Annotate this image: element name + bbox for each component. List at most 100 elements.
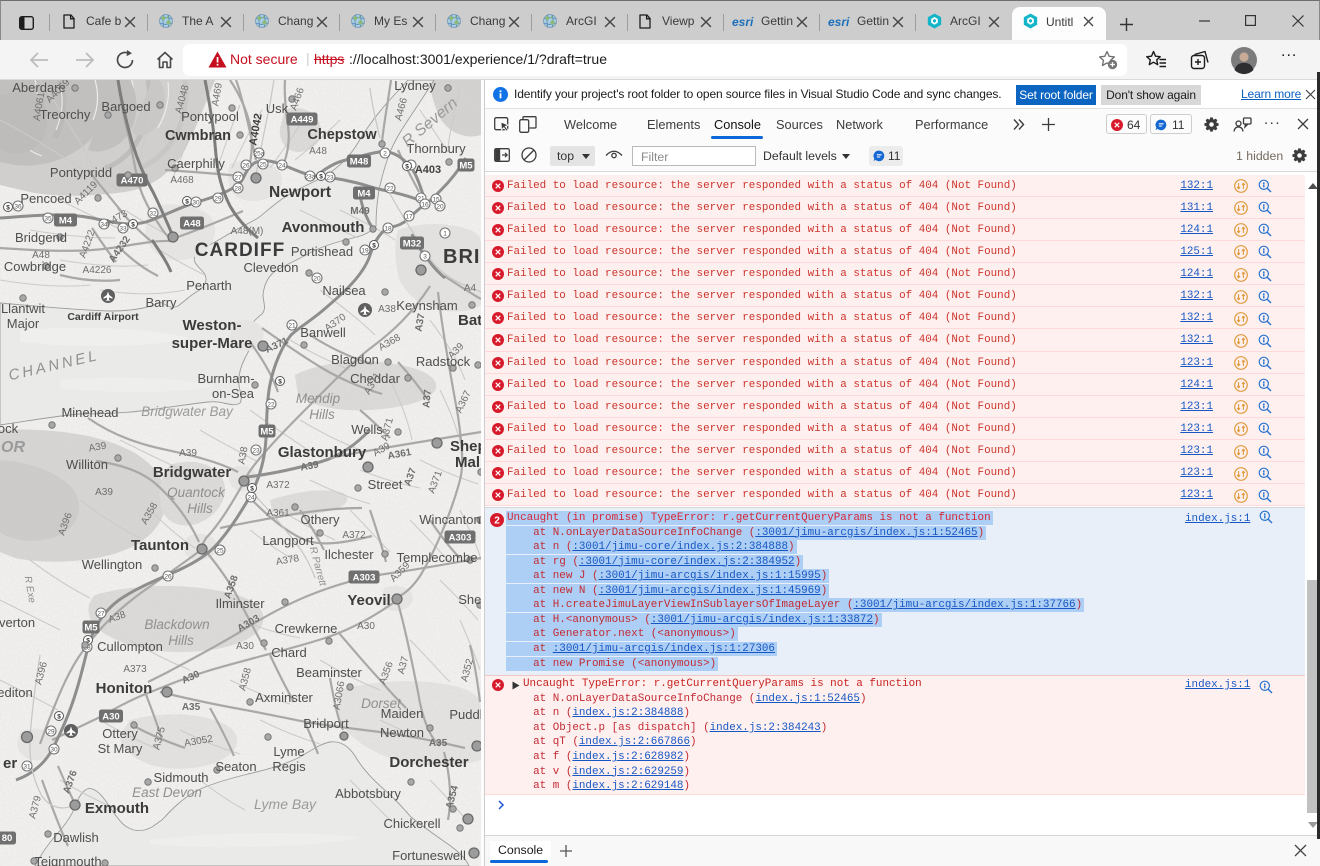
svg-text:25a: 25a (254, 151, 265, 158)
svg-text:23a: 23a (305, 174, 316, 181)
svg-text:Dawlish: Dawlish (53, 830, 99, 845)
svg-text:Nailsea: Nailsea (322, 283, 366, 298)
svg-text:Hills: Hills (168, 633, 194, 648)
svg-text:21: 21 (288, 323, 296, 330)
svg-text:20: 20 (313, 276, 321, 283)
svg-text:Cwmbran: Cwmbran (165, 128, 231, 144)
svg-text:A35: A35 (182, 702, 201, 713)
svg-text:Usk: Usk (266, 101, 289, 116)
svg-text:Cullompton: Cullompton (97, 639, 163, 654)
svg-text:18: 18 (384, 226, 392, 233)
svg-text:23: 23 (252, 448, 260, 455)
svg-text:Blagdon: Blagdon (331, 352, 379, 367)
svg-text:Newport: Newport (269, 184, 331, 201)
svg-text:Honiton: Honiton (96, 680, 153, 697)
svg-text:Caerphilly: Caerphilly (167, 156, 225, 171)
svg-text:Sidmouth: Sidmouth (154, 770, 209, 785)
svg-text:Chepstow: Chepstow (307, 127, 377, 143)
svg-text:2: 2 (494, 516, 500, 527)
svg-text:OR: OR (1, 439, 25, 456)
svg-text:Mendip: Mendip (296, 391, 341, 406)
svg-text:Cowbridge: Cowbridge (4, 259, 66, 274)
svg-text:A372: A372 (266, 480, 290, 491)
svg-text:St Mary: St Mary (98, 741, 143, 756)
svg-text:33: 33 (119, 226, 127, 233)
svg-text:Wells: Wells (351, 422, 383, 437)
svg-text:Barry: Barry (145, 295, 177, 310)
svg-text:$: $ (57, 714, 61, 721)
svg-text:Bat: Bat (458, 312, 481, 329)
svg-text:Banwell: Banwell (300, 325, 346, 340)
svg-text:Dorset: Dorset (361, 696, 402, 711)
svg-text:20: 20 (436, 204, 444, 211)
svg-text:A470: A470 (121, 176, 144, 187)
svg-text:28: 28 (234, 186, 242, 193)
svg-text:1: 1 (443, 231, 447, 238)
svg-text:Hills: Hills (187, 501, 213, 516)
svg-text:A30: A30 (102, 712, 119, 723)
svg-text:Bridgwater Bay: Bridgwater Bay (141, 404, 234, 419)
svg-text:Quantock: Quantock (167, 485, 226, 500)
svg-text:A449: A449 (291, 115, 314, 126)
svg-text:Templecombe: Templecombe (397, 550, 478, 565)
svg-text:Wincanton: Wincanton (419, 512, 480, 527)
svg-text:Puddl: Puddl (449, 707, 481, 722)
svg-text:Shep: Shep (450, 438, 481, 455)
svg-text:$: $ (372, 243, 376, 250)
svg-text:29: 29 (214, 196, 222, 203)
svg-text:$: $ (278, 379, 282, 386)
svg-text:Ilminster: Ilminster (215, 596, 265, 611)
svg-text:3: 3 (423, 254, 427, 261)
svg-text:Lyme: Lyme (273, 744, 304, 759)
svg-text:A30: A30 (236, 641, 254, 652)
svg-text:ock: ock (0, 421, 19, 436)
svg-text:A4226: A4226 (83, 265, 112, 276)
svg-text:25: 25 (216, 548, 224, 555)
svg-text:Treorchy: Treorchy (40, 107, 91, 122)
svg-text:A303: A303 (449, 533, 472, 544)
svg-text:Keynsham: Keynsham (396, 298, 457, 313)
svg-text:Penarth: Penarth (186, 278, 232, 293)
svg-text:$: $ (405, 164, 409, 171)
svg-text:Axminster: Axminster (255, 690, 313, 705)
svg-text:M48: M48 (350, 157, 368, 168)
svg-text:Burnham-: Burnham- (197, 371, 254, 386)
svg-text:Regis: Regis (272, 759, 306, 774)
svg-text:$: $ (131, 222, 135, 229)
svg-text:A39: A39 (179, 448, 197, 459)
svg-text:Wellington: Wellington (82, 557, 142, 572)
svg-text:super-Mare: super-Mare (172, 335, 253, 352)
svg-text:er: er (3, 755, 17, 772)
svg-text:A4: A4 (464, 283, 477, 294)
svg-text:A37: A37 (421, 389, 434, 409)
svg-text:Major: Major (7, 316, 40, 331)
svg-text:80: 80 (2, 833, 13, 844)
svg-text:30: 30 (50, 747, 58, 754)
svg-text:Weston-: Weston- (183, 317, 242, 334)
svg-text:BRIST: BRIST (443, 246, 481, 268)
svg-text:Hills: Hills (309, 407, 335, 422)
svg-text:on-Sea: on-Sea (212, 386, 255, 401)
svg-text:19: 19 (361, 248, 369, 255)
svg-text:Street: Street (368, 477, 403, 492)
svg-text:Teignmouth: Teignmouth (34, 854, 101, 866)
svg-text:A303: A303 (353, 573, 376, 584)
svg-text:Cardiff Airport: Cardiff Airport (67, 311, 139, 323)
svg-text:Sher: Sher (458, 592, 481, 607)
svg-text:Ilchester: Ilchester (324, 547, 374, 562)
svg-text:Williton: Williton (66, 457, 108, 472)
svg-text:M4: M4 (357, 189, 371, 200)
svg-text:M5: M5 (459, 161, 473, 172)
svg-text:M4: M4 (59, 216, 73, 227)
svg-text:M32: M32 (403, 239, 421, 250)
svg-text:26: 26 (164, 574, 172, 581)
svg-text:Langport: Langport (262, 533, 314, 548)
svg-text:Yeovil: Yeovil (347, 592, 390, 609)
svg-text:27: 27 (234, 175, 242, 182)
svg-text:17: 17 (405, 214, 413, 221)
svg-text:31: 31 (23, 764, 31, 771)
svg-text:A372: A372 (342, 530, 366, 541)
svg-text:26: 26 (242, 163, 250, 170)
svg-text:$: $ (250, 486, 254, 493)
svg-text:A30: A30 (357, 621, 375, 632)
